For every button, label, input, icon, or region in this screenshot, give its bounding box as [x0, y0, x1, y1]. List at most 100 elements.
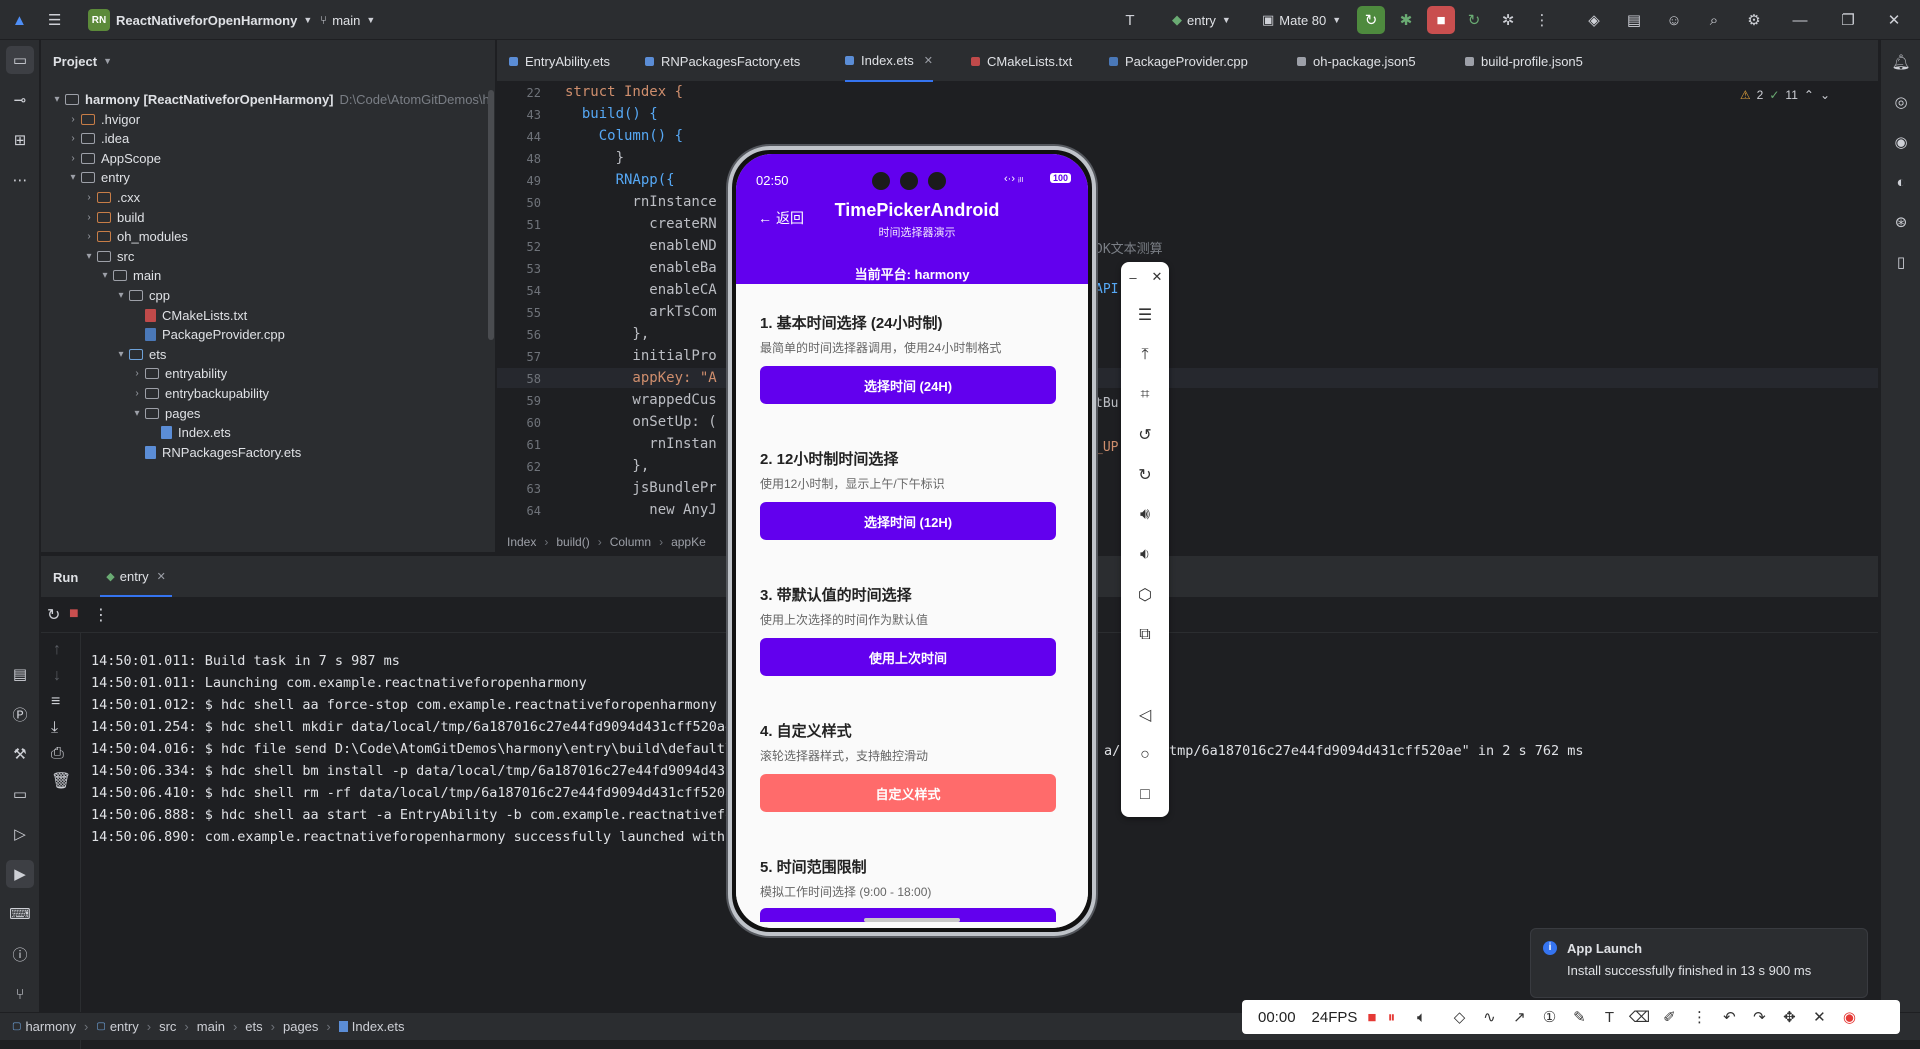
- rotate-right-icon[interactable]: ↻: [1121, 460, 1169, 490]
- tree-item[interactable]: PackageProvider.cpp: [129, 325, 285, 344]
- tree-item[interactable]: › .hvigor: [65, 110, 140, 129]
- breadcrumb-item[interactable]: build(): [556, 535, 589, 549]
- close-emulator-icon[interactable]: ✕: [1145, 262, 1169, 292]
- run-tab-entry[interactable]: ◆ entry ✕: [100, 557, 172, 597]
- services-icon[interactable]: ▷: [6, 820, 34, 848]
- status-path-item[interactable]: ▢ harmony: [12, 1019, 76, 1034]
- log-icon[interactable]: ▭: [6, 780, 34, 808]
- highlighter-icon[interactable]: ✐: [1654, 1008, 1684, 1026]
- project-folder-icon[interactable]: ▭: [6, 46, 34, 74]
- emulator-icon[interactable]: ▯: [1887, 248, 1915, 276]
- main-menu-icon[interactable]: ☰: [48, 0, 61, 40]
- recorder-fps[interactable]: 24FPS: [1312, 1009, 1358, 1026]
- debug-icon[interactable]: ✱: [1392, 6, 1420, 34]
- tree-item[interactable]: Index.ets: [145, 423, 231, 442]
- scroll-end-icon[interactable]: ⤓: [51, 719, 58, 737]
- chevron-down-icon[interactable]: ▾: [49, 94, 65, 105]
- editor-tab[interactable]: build-profile.json5: [1465, 40, 1583, 82]
- problems-icon[interactable]: ⓘ: [6, 940, 34, 968]
- section-button[interactable]: 使用上次时间: [760, 638, 1056, 676]
- more-icon[interactable]: ⋮: [93, 605, 109, 625]
- volume-down-icon[interactable]: 🔉︎: [1121, 540, 1169, 570]
- shake-icon[interactable]: ⬡: [1121, 580, 1169, 610]
- eraser-icon[interactable]: ⌫: [1624, 1008, 1654, 1026]
- stop-icon[interactable]: ■: [69, 605, 79, 623]
- terminal-icon[interactable]: ⌨: [6, 900, 34, 928]
- close-tab-icon[interactable]: ✕: [157, 570, 166, 583]
- close-icon[interactable]: ✕: [1880, 6, 1908, 34]
- editor-tab[interactable]: Index.ets ✕: [845, 40, 933, 82]
- text-tool-icon[interactable]: T: [1116, 6, 1144, 34]
- status-path-item[interactable]: src: [159, 1019, 176, 1034]
- branch-switcher[interactable]: ⑂ main ▼: [320, 0, 375, 40]
- scroll-up-icon[interactable]: ↑: [53, 641, 61, 659]
- status-path-item[interactable]: main: [197, 1019, 225, 1034]
- print-icon[interactable]: ⎙: [51, 745, 64, 763]
- scroll-down-icon[interactable]: ↓: [53, 667, 61, 685]
- minimize-icon[interactable]: —: [1786, 6, 1814, 34]
- text-icon[interactable]: T: [1594, 1009, 1624, 1026]
- chevron-down-icon[interactable]: ▾: [113, 290, 129, 301]
- commit-icon[interactable]: ⊸: [6, 86, 34, 114]
- account-icon[interactable]: ☺: [1660, 6, 1688, 34]
- tree-item[interactable]: › entryability: [129, 364, 227, 383]
- tree-item[interactable]: ▾ entry: [65, 168, 129, 187]
- chevron-right-icon[interactable]: ›: [129, 388, 145, 399]
- clear-trash-icon[interactable]: 🗑︎: [51, 771, 71, 791]
- chevron-right-icon[interactable]: ›: [65, 133, 81, 144]
- profiler-p-icon[interactable]: Ⓟ: [6, 700, 34, 728]
- project-switcher[interactable]: RN ReactNativeforOpenHarmony ▼: [88, 0, 312, 40]
- tree-item[interactable]: › build: [81, 208, 144, 227]
- tree-item[interactable]: RNPackagesFactory.ets: [129, 443, 301, 462]
- chevron-right-icon[interactable]: ›: [81, 231, 97, 242]
- section-button[interactable]: 自定义样式: [760, 774, 1056, 812]
- tree-item[interactable]: › oh_modules: [81, 227, 188, 246]
- editor-tab[interactable]: RNPackagesFactory.ets: [645, 40, 800, 82]
- undo-icon[interactable]: ↶: [1714, 1008, 1744, 1026]
- more-tools-icon[interactable]: ⋯: [6, 166, 34, 194]
- layers-icon[interactable]: ▤: [6, 660, 34, 688]
- audio-icon[interactable]: 🔈︎: [1406, 1009, 1436, 1026]
- rotate-left-icon[interactable]: ↺: [1121, 420, 1169, 450]
- status-path-item[interactable]: pages: [283, 1019, 318, 1034]
- rerun-icon[interactable]: ↻: [47, 605, 60, 625]
- curve-icon[interactable]: ∿: [1474, 1008, 1504, 1026]
- search-icon[interactable]: ⌕: [1700, 6, 1728, 34]
- device-manager-icon[interactable]: ▤: [1620, 6, 1648, 34]
- tree-item[interactable]: ▾ ets: [113, 345, 166, 364]
- chevron-right-icon[interactable]: ›: [65, 114, 81, 125]
- soft-wrap-icon[interactable]: ≡: [51, 693, 60, 711]
- tree-item[interactable]: › AppScope: [65, 149, 161, 168]
- nav-recent-icon[interactable]: □: [1121, 780, 1169, 810]
- editor-tab[interactable]: oh-package.json5: [1297, 40, 1416, 82]
- number-icon[interactable]: ①: [1534, 1008, 1564, 1026]
- more-icon[interactable]: ⋮: [1528, 6, 1556, 34]
- stop-icon[interactable]: ■: [1427, 6, 1455, 34]
- editor-tab[interactable]: EntryAbility.ets: [509, 40, 610, 82]
- notifications-icon[interactable]: 🔔︎: [1887, 48, 1915, 76]
- close-tab-icon[interactable]: ✕: [924, 54, 933, 67]
- screenshot-icon[interactable]: ⧉: [1121, 620, 1169, 650]
- close-icon[interactable]: ✕: [1804, 1008, 1834, 1026]
- run-icon[interactable]: ↻: [1357, 6, 1385, 34]
- nav-home-icon[interactable]: ○: [1121, 740, 1169, 770]
- breadcrumb-item[interactable]: Index: [507, 535, 536, 549]
- record-stop-icon[interactable]: ■: [1367, 1009, 1376, 1026]
- structure-icon[interactable]: ⊞: [6, 126, 34, 154]
- shapes-icon[interactable]: ◇: [1444, 1008, 1474, 1026]
- tree-scrollbar[interactable]: [488, 90, 494, 340]
- chevron-right-icon[interactable]: ›: [129, 368, 145, 379]
- pause-icon[interactable]: ⏸︎: [1376, 1009, 1406, 1026]
- editor-tab[interactable]: PackageProvider.cpp: [1109, 40, 1248, 82]
- preview-eye-icon[interactable]: ◐: [1887, 168, 1915, 196]
- device-selector[interactable]: ▣ Mate 80 ▼: [1262, 0, 1341, 40]
- chevron-down-icon[interactable]: ▾: [129, 408, 145, 419]
- status-path-item[interactable]: ets: [245, 1019, 262, 1034]
- more-icon[interactable]: ⋮: [1684, 1008, 1714, 1026]
- chevron-right-icon[interactable]: ›: [81, 212, 97, 223]
- run-tool-icon[interactable]: ▶: [6, 860, 34, 888]
- chevron-right-icon[interactable]: ›: [81, 192, 97, 203]
- rerun-icon[interactable]: ↻: [1460, 6, 1488, 34]
- git-icon[interactable]: ⑂: [6, 980, 34, 1008]
- redo-icon[interactable]: ↷: [1744, 1008, 1774, 1026]
